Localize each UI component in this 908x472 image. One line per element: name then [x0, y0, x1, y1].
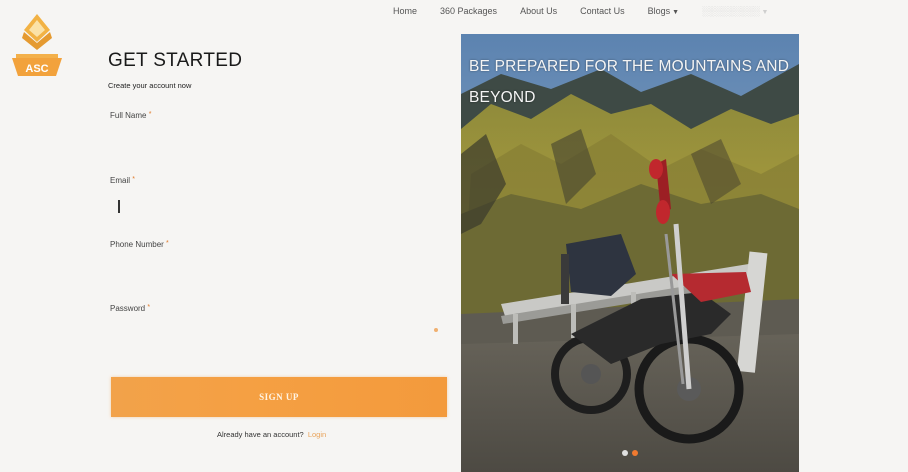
chevron-down-icon: ▼ [761, 9, 769, 16]
top-navigation: Home 360 Packages About Us Contact Us Bl… [393, 6, 791, 16]
full-name-input[interactable] [108, 128, 442, 156]
signup-page: ASC Home 360 Packages About Us Contact U… [0, 0, 908, 472]
nav-home[interactable]: Home [393, 6, 417, 16]
nav-faded-item[interactable]: ░░░░░░░░░ ▼ [702, 6, 768, 16]
chevron-down-icon: ▼ [672, 9, 680, 16]
nav-about-us[interactable]: About Us [520, 6, 557, 16]
page-subtitle: Create your account now [108, 81, 192, 90]
phone-number-label: Phone Number * [110, 240, 169, 249]
password-label-text: Password [110, 304, 146, 313]
full-name-label-text: Full Name [110, 111, 147, 120]
email-label: Email * [110, 176, 135, 185]
login-prompt: Already have an account? Login [217, 430, 326, 439]
required-marker: * [166, 240, 169, 247]
email-input[interactable] [108, 194, 442, 222]
brand-logo[interactable]: ASC [10, 12, 64, 78]
phone-number-input[interactable] [108, 258, 442, 286]
email-label-text: Email [110, 176, 131, 185]
password-toggle-icon[interactable] [434, 328, 438, 332]
text-cursor [118, 200, 120, 213]
phone-number-label-text: Phone Number [110, 240, 164, 249]
required-marker: * [148, 111, 152, 118]
nav-360-packages[interactable]: 360 Packages [440, 6, 497, 16]
carousel-dot[interactable] [622, 450, 628, 456]
carousel-dot-active[interactable] [632, 450, 638, 456]
full-name-label: Full Name * [110, 111, 151, 120]
sign-up-button[interactable]: SIGN UP [111, 377, 447, 417]
page-title: GET STARTED [108, 50, 243, 71]
login-link[interactable]: Login [308, 430, 326, 439]
required-marker: * [147, 304, 151, 311]
nav-blogs-label: Blogs [647, 6, 671, 16]
login-prompt-text: Already have an account? [217, 430, 304, 439]
hero-image: BE PREPARED FOR THE MOUNTAINS AND BEYOND [461, 34, 799, 472]
password-input[interactable] [108, 321, 442, 349]
nav-blogs[interactable]: Blogs ▼ [648, 6, 679, 16]
required-marker: * [132, 176, 135, 183]
logo-text: ASC [25, 63, 48, 75]
password-label: Password * [110, 304, 150, 313]
nav-contact-us[interactable]: Contact Us [580, 6, 625, 16]
hero-caption: BE PREPARED FOR THE MOUNTAINS AND BEYOND [469, 58, 790, 106]
